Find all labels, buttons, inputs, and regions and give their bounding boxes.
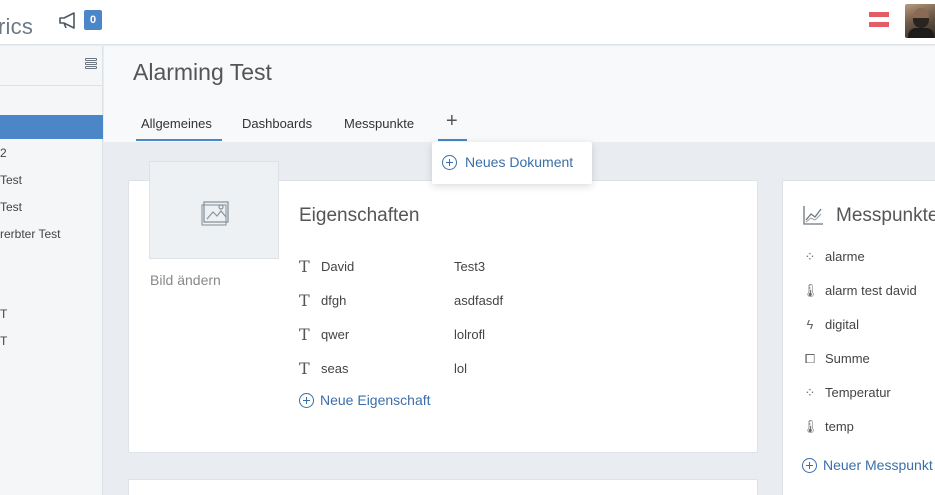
sidebar-item[interactable]: Test xyxy=(0,168,103,192)
tab-allgemeines[interactable]: Allgemeines xyxy=(141,116,212,131)
text-type-icon: T xyxy=(299,291,310,310)
add-tab-dropdown: Neues Dokument xyxy=(432,142,592,184)
properties-title: Eigenschaften xyxy=(299,205,420,226)
messpunkte-card xyxy=(782,180,935,495)
plus-circle-icon xyxy=(442,154,457,170)
tab-messpunkte[interactable]: Messpunkte xyxy=(344,116,414,131)
property-value: lolrofl xyxy=(454,327,486,342)
property-value: lol xyxy=(454,361,468,376)
page-title: Alarming Test xyxy=(133,59,272,85)
app-logo-text[interactable]: rics xyxy=(0,14,33,40)
sidebar xyxy=(0,46,103,495)
messpunkt-label: alarm test david xyxy=(825,283,917,298)
notification-badge[interactable]: 0 xyxy=(84,10,102,30)
add-property-label: Neue Eigenschaft xyxy=(320,392,431,408)
list-toggle-icon[interactable] xyxy=(85,58,97,72)
sidebar-item-label: Test xyxy=(0,200,23,214)
sidebar-item-label: 2 xyxy=(0,146,7,160)
spinner-icon: ⁘ xyxy=(804,385,816,400)
sidebar-item-label: Test xyxy=(0,173,23,187)
tab-bar: Allgemeines Dashboards Messpunkte + xyxy=(104,100,935,142)
tab-dashboards[interactable]: Dashboards xyxy=(242,116,312,131)
add-tab-button[interactable]: + xyxy=(446,110,458,133)
sidebar-item-active[interactable] xyxy=(0,115,103,139)
vector-square-icon: ⧠ xyxy=(804,351,816,366)
add-property-button[interactable]: Neue Eigenschaft xyxy=(299,392,431,408)
messpunkt-label: digital xyxy=(825,317,859,332)
messpunkte-title: Messpunkte xyxy=(836,205,935,226)
messpunkt-label: alarme xyxy=(825,249,865,264)
add-tab-indicator xyxy=(438,139,467,141)
property-key: dfgh xyxy=(321,293,347,308)
secondary-card xyxy=(128,479,758,495)
sidebar-item[interactable]: T xyxy=(0,329,103,353)
active-tab-indicator xyxy=(136,139,222,141)
messpunkt-label: Temperatur xyxy=(825,385,891,400)
spinner-icon: ⁘ xyxy=(804,249,816,264)
messpunkt-label: Summe xyxy=(825,351,870,366)
plus-circle-icon xyxy=(299,392,314,408)
line-chart-icon xyxy=(803,206,823,225)
image-icon xyxy=(201,201,229,226)
text-type-icon: T xyxy=(299,325,310,344)
megaphone-icon[interactable] xyxy=(58,11,80,31)
sidebar-item[interactable]: 2 xyxy=(0,141,103,165)
property-value: Test3 xyxy=(454,259,486,274)
add-messpunkt-label: Neuer Messpunkt xyxy=(823,457,933,473)
sidebar-header xyxy=(0,46,102,86)
image-placeholder[interactable] xyxy=(149,161,279,259)
thermometer-icon: 🌡 xyxy=(802,283,819,298)
property-key: David xyxy=(321,259,355,274)
sidebar-item-label: T xyxy=(0,334,8,348)
add-messpunkt-button[interactable]: Neuer Messpunkt xyxy=(802,457,933,473)
plus-circle-icon xyxy=(802,457,817,473)
user-avatar[interactable] xyxy=(905,4,935,38)
sidebar-item-label: T xyxy=(0,307,8,321)
bolt-icon: ϟ xyxy=(806,317,814,332)
messpunkt-label: temp xyxy=(825,419,854,434)
new-document-label: Neues Dokument xyxy=(465,154,574,170)
sidebar-item[interactable]: T xyxy=(0,302,103,326)
top-bar: rics 0 xyxy=(0,0,935,45)
property-value: asdfasdf xyxy=(454,293,504,308)
text-type-icon: T xyxy=(299,359,310,378)
property-key: qwer xyxy=(321,327,350,342)
sidebar-item[interactable]: rerbter Test xyxy=(0,222,103,246)
sidebar-item[interactable]: Test xyxy=(0,195,103,219)
new-document-menu-item[interactable]: Neues Dokument xyxy=(442,154,573,170)
language-flag-icon[interactable] xyxy=(869,12,889,28)
change-image-link[interactable]: Bild ändern xyxy=(150,272,221,288)
thermometer-icon: 🌡 xyxy=(802,419,819,434)
text-type-icon: T xyxy=(299,257,310,276)
sidebar-item-label: rerbter Test xyxy=(0,227,61,241)
property-key: seas xyxy=(321,361,349,376)
